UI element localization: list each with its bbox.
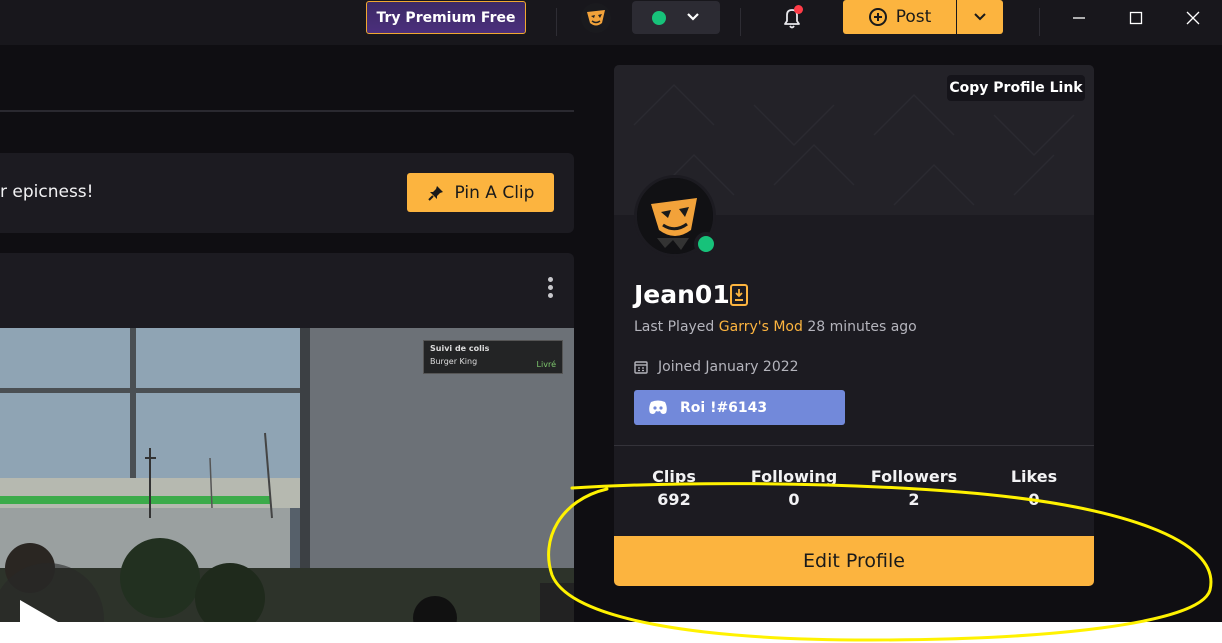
stat-value: 0	[1028, 490, 1040, 509]
minimize-button[interactable]	[1050, 0, 1108, 36]
clip-video-thumbnail[interactable]: Suivi de colis Burger King Livré	[0, 328, 574, 633]
username: Jean01	[634, 280, 730, 309]
divider	[1039, 8, 1040, 36]
stat-followers[interactable]: Followers 2	[854, 467, 974, 509]
joined-date: Joined January 2022	[634, 359, 799, 375]
divider	[556, 8, 557, 36]
chevron-down-icon	[974, 13, 986, 21]
last-played-prefix: Last Played	[634, 319, 719, 335]
minimize-icon	[1073, 17, 1085, 19]
stat-clips[interactable]: Clips 692	[614, 467, 734, 509]
edit-profile-button[interactable]: Edit Profile	[614, 536, 1094, 586]
stat-likes[interactable]: Likes 0	[974, 467, 1094, 509]
discord-tag-button[interactable]: Roi !#6143	[634, 390, 845, 425]
pin-a-clip-button[interactable]: Pin A Clip	[407, 173, 554, 212]
calendar-icon	[634, 361, 648, 374]
clip-card: Suivi de colis Burger King Livré	[0, 253, 574, 633]
online-status-dot	[652, 11, 666, 25]
user-avatar-icon[interactable]	[580, 2, 612, 34]
pin-clip-card: r epicness! Pin A Clip	[0, 153, 574, 233]
plus-circle-icon	[868, 8, 887, 26]
stat-label: Followers	[870, 467, 958, 486]
chevron-down-icon	[687, 13, 699, 21]
more-options-icon[interactable]	[545, 277, 555, 303]
stat-label: Clips	[652, 467, 696, 486]
bell-icon[interactable]	[778, 4, 806, 32]
parcel-tracking-overlay: Suivi de colis Burger King Livré	[423, 340, 563, 374]
pin-icon	[427, 185, 443, 201]
pin-a-clip-label: Pin A Clip	[454, 182, 535, 203]
try-premium-button[interactable]: Try Premium Free	[366, 1, 526, 34]
maximize-icon	[1129, 11, 1143, 25]
stat-value: 2	[908, 490, 920, 509]
notification-dot	[794, 5, 803, 14]
last-played-game-link[interactable]: Garry's Mod	[719, 319, 803, 335]
stat-label: Following	[750, 467, 838, 486]
stat-value: 0	[788, 490, 800, 509]
parcel-title: Suivi de colis	[430, 344, 490, 353]
bottom-edge	[0, 622, 1222, 643]
maximize-button[interactable]	[1107, 0, 1165, 36]
parcel-status: Livré	[536, 360, 556, 369]
discord-icon	[649, 400, 667, 414]
divider	[614, 445, 1094, 446]
post-button[interactable]: Post	[843, 0, 956, 34]
discord-tag: Roi !#6143	[680, 399, 768, 416]
post-label: Post	[895, 7, 932, 27]
status-dropdown[interactable]	[632, 1, 720, 34]
tab-underline	[0, 110, 574, 112]
last-played: Last Played Garry's Mod 28 minutes ago	[634, 319, 917, 335]
profile-card: Copy Profile Link Jean01 Last Played Gar…	[614, 65, 1094, 586]
close-button[interactable]	[1164, 0, 1222, 36]
close-icon	[1186, 11, 1200, 25]
joined-text: Joined January 2022	[658, 359, 799, 375]
divider	[740, 8, 741, 36]
stat-following[interactable]: Following 0	[734, 467, 854, 509]
mobile-app-badge-icon	[730, 284, 748, 306]
pin-prompt-text: r epicness!	[0, 182, 94, 202]
stat-label: Likes	[1010, 467, 1058, 486]
copy-profile-link-button[interactable]: Copy Profile Link	[947, 75, 1085, 101]
title-bar: Try Premium Free Post	[0, 0, 1222, 45]
online-status-indicator	[694, 232, 718, 256]
last-played-time: 28 minutes ago	[802, 319, 917, 335]
stat-value: 692	[657, 490, 691, 509]
post-options-button[interactable]	[957, 0, 1003, 34]
